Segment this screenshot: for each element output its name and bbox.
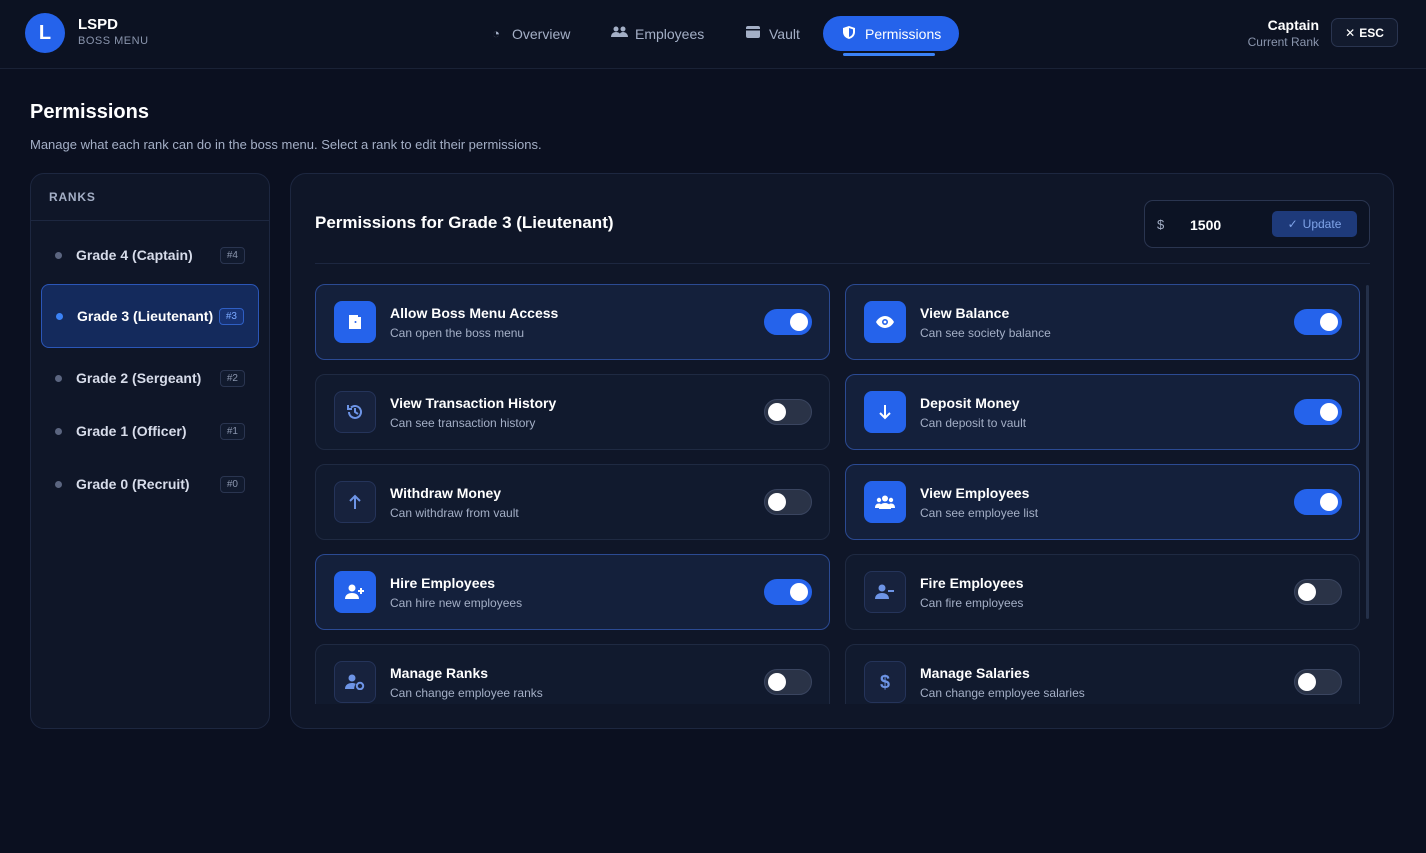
rank-item-grade-3[interactable]: Grade 3 (Lieutenant) #3 [41, 284, 259, 348]
permission-toggle[interactable] [1294, 489, 1342, 515]
user-minus-icon [864, 571, 906, 613]
arrow-up-icon [334, 481, 376, 523]
ranks-panel: RANKS Grade 4 (Captain) #4 Grade 3 (Lieu… [30, 173, 270, 729]
permission-card-hire-employees: Hire Employees Can hire new employees [315, 554, 830, 630]
active-tab-indicator [843, 53, 935, 56]
rank-badge: #1 [219, 422, 245, 440]
brand-subtitle: BOSS MENU [78, 35, 149, 47]
permission-name: Deposit Money [920, 395, 1020, 411]
tab-label: Vault [769, 25, 800, 42]
rank-item-grade-1[interactable]: Grade 1 (Officer) #1 [41, 411, 259, 451]
users-icon [611, 26, 628, 41]
eye-icon [864, 301, 906, 343]
rank-label: Grade 1 (Officer) [76, 422, 187, 439]
permission-desc: Can withdraw from vault [390, 506, 519, 520]
permission-toggle[interactable] [764, 309, 812, 335]
permission-toggle[interactable] [764, 579, 812, 605]
permission-toggle[interactable] [764, 489, 812, 515]
rank-item-grade-4[interactable]: Grade 4 (Captain) #4 [41, 235, 259, 275]
permission-name: Manage Ranks [390, 665, 489, 681]
rank-label: Grade 0 (Recruit) [76, 475, 190, 492]
tab-label: Permissions [865, 25, 942, 42]
rank-label: Grade 4 (Captain) [76, 246, 193, 263]
permission-name: Manage Salaries [920, 665, 1030, 681]
rank-badge: #0 [219, 475, 245, 493]
rank-badge: #2 [219, 369, 245, 387]
history-icon [334, 391, 376, 433]
permission-name: Hire Employees [390, 575, 496, 591]
scrollbar[interactable] [1366, 285, 1369, 619]
permission-name: Allow Boss Menu Access [390, 305, 559, 321]
current-rank: Captain [1267, 17, 1319, 33]
permission-desc: Can see transaction history [390, 416, 536, 430]
page-title: Permissions [30, 101, 149, 123]
permission-desc: Can change employee ranks [390, 686, 543, 700]
shield-icon [841, 25, 857, 42]
rank-dot [55, 374, 62, 382]
rank-dot [56, 312, 63, 320]
dollar-icon: $ [864, 661, 906, 703]
permission-desc: Can hire new employees [390, 596, 523, 610]
permission-card-transaction-history: View Transaction History Can see transac… [315, 374, 830, 450]
permission-toggle[interactable] [764, 399, 812, 425]
permissions-panel: Permissions for Grade 3 (Lieutenant) $ 1… [290, 173, 1394, 729]
permission-desc: Can open the boss menu [390, 326, 525, 340]
permission-name: Fire Employees [920, 575, 1024, 591]
tab-permissions[interactable]: Permissions [823, 16, 960, 51]
logo: L [25, 13, 65, 53]
rank-dot [55, 480, 62, 488]
tab-vault[interactable]: Vault [727, 16, 818, 51]
permission-card-view-balance: View Balance Can see society balance [845, 284, 1360, 360]
permission-toggle[interactable] [1294, 399, 1342, 425]
tab-overview[interactable]: ◔ Overview [470, 16, 588, 51]
permission-desc: Can see society balance [920, 326, 1051, 340]
page-description: Manage what each rank can do in the boss… [30, 137, 542, 152]
esc-button[interactable]: ✕ ESC [1331, 18, 1398, 47]
permission-name: View Employees [920, 485, 1030, 501]
user-plus-icon [334, 571, 376, 613]
permission-desc: Can change employee salaries [920, 686, 1085, 700]
wallet-icon [745, 26, 761, 41]
permission-card-view-employees: View Employees Can see employee list [845, 464, 1360, 540]
permission-name: View Transaction History [390, 395, 557, 411]
permission-card-withdraw-money: Withdraw Money Can withdraw from vault [315, 464, 830, 540]
permission-toggle[interactable] [764, 669, 812, 695]
pie-chart-icon: ◔ [492, 26, 500, 41]
tab-label: Employees [635, 25, 705, 42]
user-cog-icon [334, 661, 376, 703]
permissions-list: Allow Boss Menu Access Can open the boss… [291, 174, 1393, 704]
permission-desc: Can deposit to vault [920, 416, 1027, 430]
permission-card-boss-menu-access: Allow Boss Menu Access Can open the boss… [315, 284, 830, 360]
permission-toggle[interactable] [1294, 309, 1342, 335]
rank-dot [55, 427, 62, 435]
rank-item-grade-0[interactable]: Grade 0 (Recruit) #0 [41, 464, 259, 504]
brand-title: LSPD [78, 16, 119, 33]
permission-desc: Can see employee list [920, 506, 1039, 520]
permission-card-fire-employees: Fire Employees Can fire employees [845, 554, 1360, 630]
door-icon [334, 301, 376, 343]
permission-toggle[interactable] [1294, 669, 1342, 695]
permission-card-deposit-money: Deposit Money Can deposit to vault [845, 374, 1360, 450]
tab-label: Overview [512, 25, 571, 42]
permission-name: Withdraw Money [390, 485, 502, 501]
top-bar: L LSPD BOSS MENU ◔ Overview Employees Va… [0, 0, 1426, 69]
current-rank-caption: Current Rank [1247, 35, 1319, 49]
close-icon: ✕ [1345, 25, 1356, 40]
permission-toggle[interactable] [1294, 579, 1342, 605]
tab-employees[interactable]: Employees [593, 16, 722, 51]
users-icon [864, 481, 906, 523]
esc-label: ESC [1359, 25, 1384, 40]
permission-card-manage-salaries: $ Manage Salaries Can change employee sa… [845, 644, 1360, 704]
rank-badge: #4 [219, 246, 245, 264]
permission-card-manage-ranks: Manage Ranks Can change employee ranks [315, 644, 830, 704]
rank-label: Grade 3 (Lieutenant) [77, 307, 214, 324]
rank-label: Grade 2 (Sergeant) [76, 369, 202, 386]
ranks-header: RANKS [31, 174, 269, 221]
rank-dot [55, 251, 62, 259]
rank-item-grade-2[interactable]: Grade 2 (Sergeant) #2 [41, 358, 259, 398]
rank-badge: #3 [218, 307, 244, 325]
permission-name: View Balance [920, 305, 1010, 321]
permission-desc: Can fire employees [920, 596, 1024, 610]
arrow-down-icon [864, 391, 906, 433]
